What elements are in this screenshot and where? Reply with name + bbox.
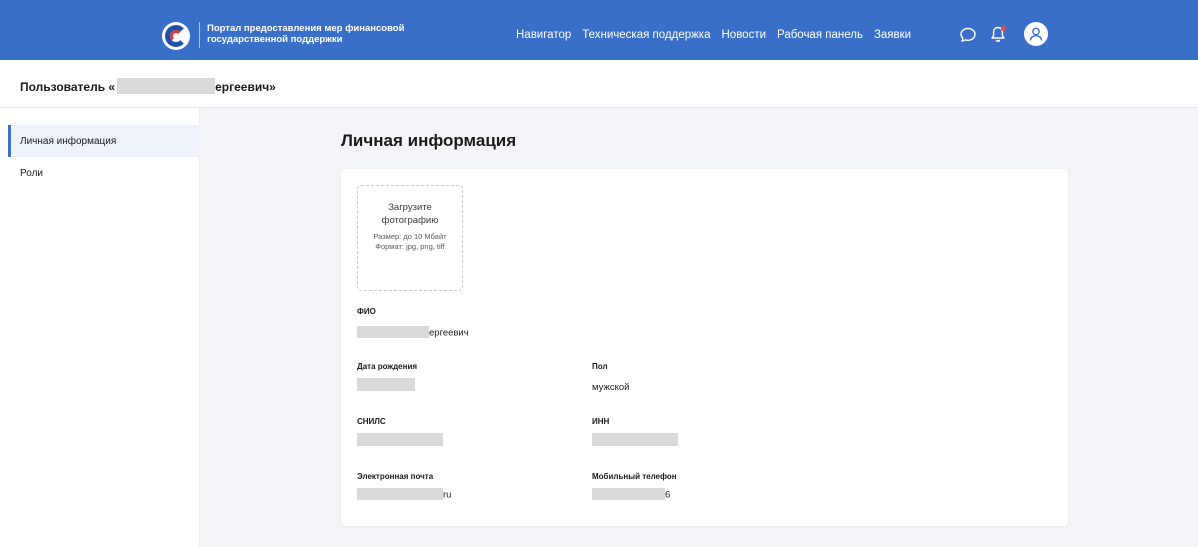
snils-label: СНИЛС xyxy=(357,417,386,426)
nav-item-navigator[interactable]: Навигатор xyxy=(516,29,571,41)
portal-title[interactable]: Портал предоставления мер финансовой гос… xyxy=(207,23,437,45)
redacted-email xyxy=(357,488,443,500)
user-title: Пользователь « ергеевич» xyxy=(20,78,276,96)
nav-item-dashboard[interactable]: Рабочая панель xyxy=(777,29,863,41)
top-navbar: Портал предоставления мер финансовой гос… xyxy=(0,0,1198,60)
phone-value-suffix: 6 xyxy=(665,489,671,501)
email-label: Электронная почта xyxy=(357,472,434,481)
user-title-suffix: ергеевич» xyxy=(215,80,276,95)
user-icon xyxy=(1029,27,1043,41)
upload-title: Загрузите фотографию xyxy=(381,202,439,226)
main-nav: Навигатор Техническая поддержка Новости … xyxy=(516,29,922,41)
sidebar-item-roles[interactable]: Роли xyxy=(8,157,200,189)
portal-logo[interactable] xyxy=(162,22,190,50)
redacted-inn xyxy=(592,433,678,446)
portal-title-line2: государственной поддержки xyxy=(207,34,343,45)
upload-size-hint: Размер: до 10 Мбайт xyxy=(373,232,447,241)
birthdate-label: Дата рождения xyxy=(357,362,418,371)
personal-info-card: Загрузите фотографию Размер: до 10 Мбайт… xyxy=(341,169,1068,526)
user-avatar[interactable] xyxy=(1024,22,1048,46)
snils-value xyxy=(357,433,443,447)
nav-item-support[interactable]: Техническая поддержка xyxy=(582,29,710,41)
redacted-name xyxy=(117,78,216,94)
page-title: Личная информация xyxy=(341,131,517,150)
inn-value xyxy=(592,433,678,447)
fio-value-suffix: ергеевич xyxy=(429,327,469,339)
logo-inner-icon xyxy=(170,30,182,42)
redacted-fio xyxy=(357,326,429,338)
sidebar-item-label: Личная информация xyxy=(20,136,117,147)
sidebar-item-personal-info[interactable]: Личная информация xyxy=(8,125,200,157)
inn-label: ИНН xyxy=(592,417,610,426)
phone-value: 6 xyxy=(592,488,671,501)
redacted-birthdate xyxy=(357,378,415,391)
birthdate-value xyxy=(357,378,415,392)
phone-label: Мобильный телефон xyxy=(592,472,677,481)
logo-divider xyxy=(199,22,200,48)
upload-format-hint: Формат: jpg, png, tiff xyxy=(375,242,445,251)
chat-icon[interactable] xyxy=(959,26,977,44)
portal-title-line1: Портал предоставления мер финансовой xyxy=(207,23,405,34)
redacted-snils xyxy=(357,433,443,446)
fio-value: ергеевич xyxy=(357,326,469,339)
user-header: Пользователь « ергеевич» xyxy=(0,60,1198,108)
sidebar-item-label: Роли xyxy=(20,168,43,179)
photo-upload-dropzone[interactable]: Загрузите фотографию Размер: до 10 Мбайт… xyxy=(357,185,463,291)
redacted-phone xyxy=(592,488,665,500)
user-title-prefix: Пользователь « xyxy=(20,80,116,95)
notification-dot xyxy=(1001,26,1006,31)
nav-item-applications[interactable]: Заявки xyxy=(874,29,911,41)
email-value: ru xyxy=(357,488,452,501)
fio-label: ФИО xyxy=(357,307,376,316)
sidebar: Личная информация Роли xyxy=(0,108,200,547)
gender-label: Пол xyxy=(592,362,608,371)
nav-item-news[interactable]: Новости xyxy=(722,29,767,41)
gender-value: мужской xyxy=(592,382,630,393)
email-value-suffix: ru xyxy=(443,489,452,501)
